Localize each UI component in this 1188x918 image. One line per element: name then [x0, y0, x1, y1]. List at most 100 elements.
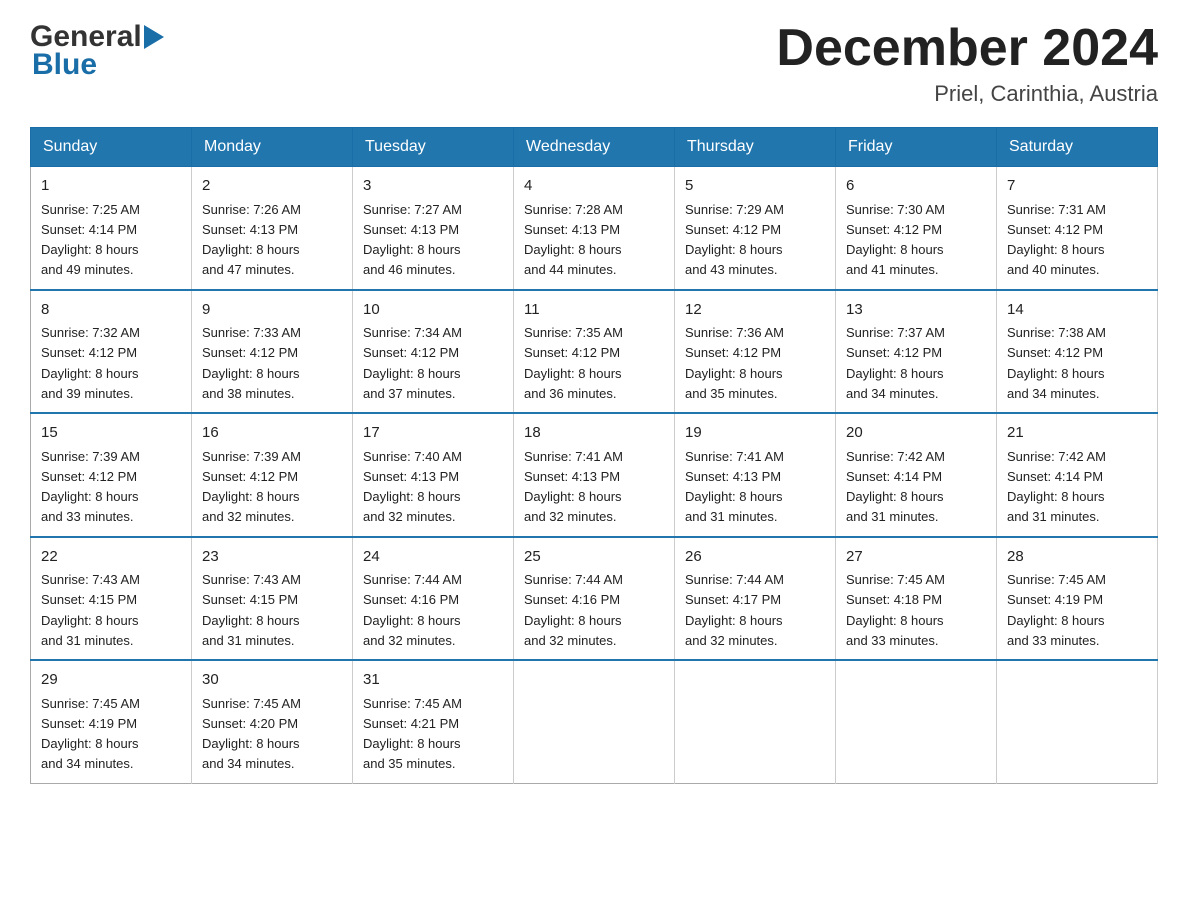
calendar-cell: 7 Sunrise: 7:31 AMSunset: 4:12 PMDaylight… [997, 167, 1158, 290]
calendar-cell: 16 Sunrise: 7:39 AMSunset: 4:12 PMDayligh… [192, 413, 353, 537]
day-info: Sunrise: 7:33 AMSunset: 4:12 PMDaylight:… [202, 325, 301, 401]
day-number: 7 [1007, 175, 1147, 198]
day-info: Sunrise: 7:45 AMSunset: 4:18 PMDaylight:… [846, 572, 945, 648]
calendar-cell: 29 Sunrise: 7:45 AMSunset: 4:19 PMDayligh… [31, 660, 192, 783]
day-info: Sunrise: 7:41 AMSunset: 4:13 PMDaylight:… [685, 449, 784, 525]
day-info: Sunrise: 7:45 AMSunset: 4:21 PMDaylight:… [363, 696, 462, 772]
calendar-cell: 17 Sunrise: 7:40 AMSunset: 4:13 PMDayligh… [353, 413, 514, 537]
month-title: December 2024 [776, 20, 1158, 77]
calendar-cell: 4 Sunrise: 7:28 AMSunset: 4:13 PMDaylight… [514, 167, 675, 290]
title-section: December 2024 Priel, Carinthia, Austria [776, 20, 1158, 107]
day-number: 6 [846, 175, 986, 198]
day-info: Sunrise: 7:44 AMSunset: 4:17 PMDaylight:… [685, 572, 784, 648]
col-header-saturday: Saturday [997, 128, 1158, 167]
day-number: 4 [524, 175, 664, 198]
calendar-cell [836, 660, 997, 783]
day-number: 10 [363, 299, 503, 322]
col-header-thursday: Thursday [675, 128, 836, 167]
day-number: 11 [524, 299, 664, 322]
day-number: 25 [524, 546, 664, 569]
day-info: Sunrise: 7:29 AMSunset: 4:12 PMDaylight:… [685, 202, 784, 278]
calendar-cell: 14 Sunrise: 7:38 AMSunset: 4:12 PMDayligh… [997, 290, 1158, 414]
calendar-cell: 3Sunrise: 7:27 AMSunset: 4:13 PMDaylight… [353, 167, 514, 290]
calendar-cell [675, 660, 836, 783]
calendar-cell: 26 Sunrise: 7:44 AMSunset: 4:17 PMDayligh… [675, 537, 836, 661]
col-header-friday: Friday [836, 128, 997, 167]
day-number: 24 [363, 546, 503, 569]
day-info: Sunrise: 7:39 AMSunset: 4:12 PMDaylight:… [41, 449, 140, 525]
day-info: Sunrise: 7:38 AMSunset: 4:12 PMDaylight:… [1007, 325, 1106, 401]
calendar-cell: 12 Sunrise: 7:36 AMSunset: 4:12 PMDayligh… [675, 290, 836, 414]
day-info: Sunrise: 7:32 AMSunset: 4:12 PMDaylight:… [41, 325, 140, 401]
logo: General Blue [30, 20, 165, 82]
calendar-cell: 5 Sunrise: 7:29 AMSunset: 4:12 PMDaylight… [675, 167, 836, 290]
day-number: 9 [202, 299, 342, 322]
day-number: 16 [202, 422, 342, 445]
calendar-table: SundayMondayTuesdayWednesdayThursdayFrid… [30, 127, 1158, 784]
day-number: 23 [202, 546, 342, 569]
day-info: Sunrise: 7:37 AMSunset: 4:12 PMDaylight:… [846, 325, 945, 401]
day-number: 28 [1007, 546, 1147, 569]
calendar-cell [997, 660, 1158, 783]
day-info: Sunrise: 7:43 AMSunset: 4:15 PMDaylight:… [202, 572, 301, 648]
day-number: 31 [363, 669, 503, 692]
calendar-cell: 13 Sunrise: 7:37 AMSunset: 4:12 PMDayligh… [836, 290, 997, 414]
calendar-cell: 19Sunrise: 7:41 AMSunset: 4:13 PMDayligh… [675, 413, 836, 537]
day-info: Sunrise: 7:41 AMSunset: 4:13 PMDaylight:… [524, 449, 623, 525]
calendar-cell: 24Sunrise: 7:44 AMSunset: 4:16 PMDayligh… [353, 537, 514, 661]
day-number: 13 [846, 299, 986, 322]
day-number: 1 [41, 175, 181, 198]
calendar-cell: 2Sunrise: 7:26 AMSunset: 4:13 PMDaylight… [192, 167, 353, 290]
day-info: Sunrise: 7:45 AMSunset: 4:19 PMDaylight:… [1007, 572, 1106, 648]
day-number: 17 [363, 422, 503, 445]
logo-arrow-icon [144, 25, 164, 49]
day-info: Sunrise: 7:42 AMSunset: 4:14 PMDaylight:… [846, 449, 945, 525]
day-number: 18 [524, 422, 664, 445]
day-info: Sunrise: 7:35 AMSunset: 4:12 PMDaylight:… [524, 325, 623, 401]
calendar-cell: 6Sunrise: 7:30 AMSunset: 4:12 PMDaylight… [836, 167, 997, 290]
col-header-tuesday: Tuesday [353, 128, 514, 167]
day-number: 29 [41, 669, 181, 692]
day-info: Sunrise: 7:45 AMSunset: 4:20 PMDaylight:… [202, 696, 301, 772]
calendar-cell: 10 Sunrise: 7:34 AMSunset: 4:12 PMDayligh… [353, 290, 514, 414]
calendar-header-row: SundayMondayTuesdayWednesdayThursdayFrid… [31, 128, 1158, 167]
day-info: Sunrise: 7:42 AMSunset: 4:14 PMDaylight:… [1007, 449, 1106, 525]
page-header: General Blue December 2024 Priel, Carint… [30, 20, 1158, 107]
calendar-week-row: 22 Sunrise: 7:43 AMSunset: 4:15 PMDayligh… [31, 537, 1158, 661]
calendar-cell: 1 Sunrise: 7:25 AMSunset: 4:14 PMDaylight… [31, 167, 192, 290]
calendar-week-row: 1 Sunrise: 7:25 AMSunset: 4:14 PMDaylight… [31, 167, 1158, 290]
day-info: Sunrise: 7:40 AMSunset: 4:13 PMDaylight:… [363, 449, 462, 525]
day-number: 21 [1007, 422, 1147, 445]
day-number: 22 [41, 546, 181, 569]
day-info: Sunrise: 7:45 AMSunset: 4:19 PMDaylight:… [41, 696, 140, 772]
calendar-cell: 20 Sunrise: 7:42 AMSunset: 4:14 PMDayligh… [836, 413, 997, 537]
day-info: Sunrise: 7:44 AMSunset: 4:16 PMDaylight:… [524, 572, 623, 648]
day-info: Sunrise: 7:34 AMSunset: 4:12 PMDaylight:… [363, 325, 462, 401]
day-info: Sunrise: 7:31 AMSunset: 4:12 PMDaylight:… [1007, 202, 1106, 278]
calendar-week-row: 15Sunrise: 7:39 AMSunset: 4:12 PMDayligh… [31, 413, 1158, 537]
day-number: 27 [846, 546, 986, 569]
location: Priel, Carinthia, Austria [776, 81, 1158, 107]
day-number: 26 [685, 546, 825, 569]
day-info: Sunrise: 7:36 AMSunset: 4:12 PMDaylight:… [685, 325, 784, 401]
calendar-cell: 30Sunrise: 7:45 AMSunset: 4:20 PMDayligh… [192, 660, 353, 783]
day-number: 12 [685, 299, 825, 322]
logo-blue-text: Blue [30, 48, 97, 82]
calendar-cell: 8Sunrise: 7:32 AMSunset: 4:12 PMDaylight… [31, 290, 192, 414]
day-info: Sunrise: 7:27 AMSunset: 4:13 PMDaylight:… [363, 202, 462, 278]
day-info: Sunrise: 7:25 AMSunset: 4:14 PMDaylight:… [41, 202, 140, 278]
calendar-cell: 27 Sunrise: 7:45 AMSunset: 4:18 PMDayligh… [836, 537, 997, 661]
day-info: Sunrise: 7:26 AMSunset: 4:13 PMDaylight:… [202, 202, 301, 278]
col-header-wednesday: Wednesday [514, 128, 675, 167]
calendar-cell: 9 Sunrise: 7:33 AMSunset: 4:12 PMDaylight… [192, 290, 353, 414]
calendar-week-row: 29 Sunrise: 7:45 AMSunset: 4:19 PMDayligh… [31, 660, 1158, 783]
calendar-cell: 28 Sunrise: 7:45 AMSunset: 4:19 PMDayligh… [997, 537, 1158, 661]
day-info: Sunrise: 7:39 AMSunset: 4:12 PMDaylight:… [202, 449, 301, 525]
calendar-cell: 25 Sunrise: 7:44 AMSunset: 4:16 PMDayligh… [514, 537, 675, 661]
day-info: Sunrise: 7:28 AMSunset: 4:13 PMDaylight:… [524, 202, 623, 278]
day-number: 20 [846, 422, 986, 445]
calendar-week-row: 8Sunrise: 7:32 AMSunset: 4:12 PMDaylight… [31, 290, 1158, 414]
day-number: 5 [685, 175, 825, 198]
day-number: 14 [1007, 299, 1147, 322]
col-header-sunday: Sunday [31, 128, 192, 167]
